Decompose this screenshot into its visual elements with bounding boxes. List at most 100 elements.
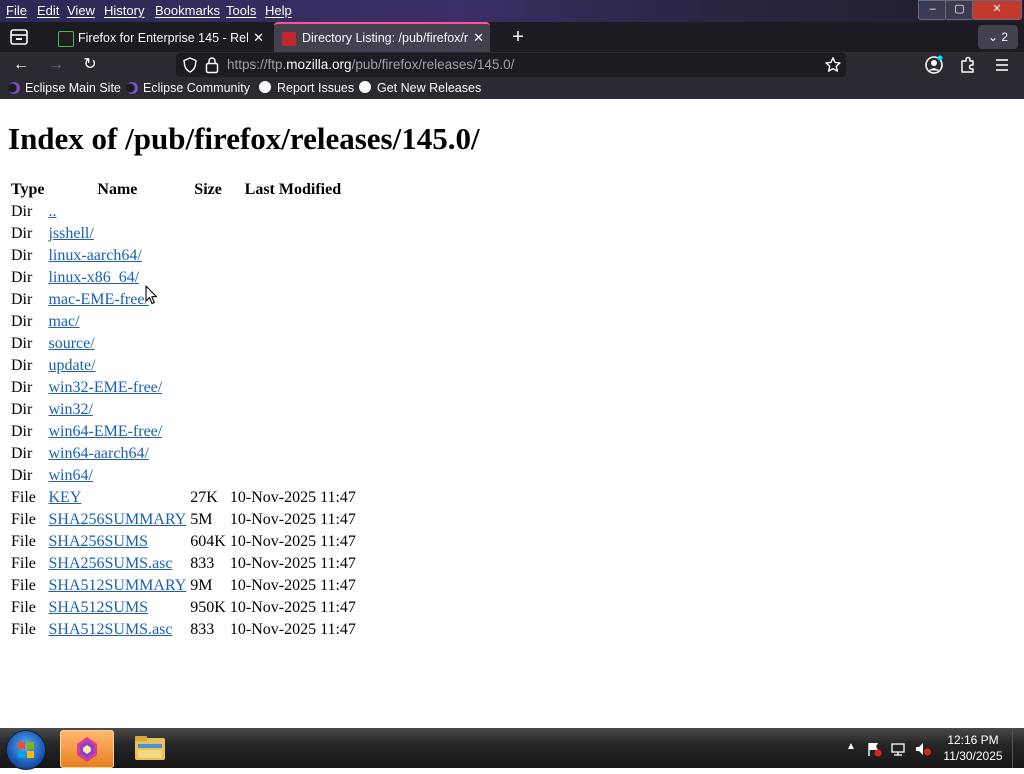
entry-link[interactable]: ..	[48, 203, 56, 220]
show-hidden-icons-icon[interactable]: ▲	[846, 740, 856, 754]
tab-label: Firefox for Enterprise 145 - Relea	[78, 31, 248, 45]
bookmark-label: Eclipse Community	[143, 81, 250, 95]
entry-link[interactable]: KEY	[48, 489, 81, 506]
bookmark-star-icon[interactable]	[824, 56, 842, 74]
bookmark-get-new-releases[interactable]: Get New Releases	[358, 80, 481, 97]
entry-link[interactable]: linux-aarch64/	[48, 247, 141, 264]
row-last-modified	[229, 289, 357, 311]
eclipse-icon	[8, 82, 20, 94]
entry-link[interactable]: win32-EME-free/	[48, 379, 162, 396]
row-last-modified: 10-Nov-2025 11:47	[229, 533, 356, 550]
row-name-cell: win64/	[47, 465, 187, 487]
account-button[interactable]	[924, 55, 944, 75]
network-icon[interactable]	[890, 741, 906, 757]
row-last-modified	[229, 201, 357, 223]
row-size	[189, 333, 227, 355]
address-bar[interactable]: https://ftp.mozilla.org/pub/firefox/rele…	[176, 53, 846, 77]
row-last-modified: 10-Nov-2025 11:47	[229, 555, 356, 572]
tab-firefox-enterprise[interactable]: Firefox for Enterprise 145 - Relea ✕	[50, 24, 270, 52]
entry-link[interactable]: SHA512SUMS.asc	[48, 621, 172, 638]
start-button[interactable]	[6, 730, 46, 770]
table-row: Dir jsshell/	[10, 223, 357, 245]
menu-tools[interactable]: Tools	[226, 3, 256, 19]
row-name-cell: source/	[47, 333, 187, 355]
back-button[interactable]: ←	[9, 53, 33, 77]
entry-link[interactable]: jsshell/	[48, 225, 93, 242]
row-size: 27K	[190, 489, 218, 506]
menu-bookmarks[interactable]: Bookmarks	[155, 3, 220, 19]
menu-bar: File Edit View History Bookmarks Tools H…	[0, 0, 1024, 22]
table-row: Dir win32/	[10, 399, 357, 421]
row-name-cell: mac-EME-free/	[47, 289, 187, 311]
entry-link[interactable]: update/	[48, 357, 95, 374]
row-size	[189, 267, 227, 289]
menu-view[interactable]: View	[67, 3, 95, 19]
row-size: 833	[190, 555, 215, 572]
entry-link[interactable]: mac/	[48, 313, 79, 330]
system-clock[interactable]: 12:16 PM 11/30/2025	[936, 732, 1010, 764]
taskbar-firefox-app[interactable]	[60, 730, 114, 768]
menu-help[interactable]: Help	[265, 3, 292, 19]
close-window-button[interactable]: ✕	[972, 0, 1022, 20]
row-name-cell: SHA512SUMMARY	[47, 575, 187, 597]
entry-link[interactable]: win64/	[48, 467, 92, 484]
row-type: Dir	[11, 335, 33, 352]
app-menu-button[interactable]	[992, 55, 1012, 75]
row-size	[189, 245, 227, 267]
extensions-button[interactable]	[958, 55, 978, 75]
entry-link[interactable]: SHA256SUMS.asc	[48, 555, 172, 572]
menu-edit[interactable]: Edit	[37, 3, 59, 19]
table-row: Dir source/	[10, 333, 357, 355]
row-last-modified: 10-Nov-2025 11:47	[229, 599, 356, 616]
bookmark-report-issues[interactable]: Report Issues	[258, 80, 354, 97]
table-row: File SHA512SUMS.asc 833 10-Nov-2025 11:47	[10, 619, 357, 641]
entry-link[interactable]: win64-aarch64/	[48, 445, 148, 462]
row-name-cell: SHA256SUMMARY	[47, 509, 187, 531]
table-row: Dir win64/	[10, 465, 357, 487]
lock-icon[interactable]	[204, 56, 220, 74]
table-row: Dir linux-aarch64/	[10, 245, 357, 267]
row-name-cell: ..	[47, 201, 187, 223]
tab-directory-listing[interactable]: Directory Listing: /pub/firefox/r ✕	[274, 22, 490, 54]
reload-button[interactable]: ↻	[78, 53, 102, 77]
row-size: 9M	[190, 577, 213, 594]
minimize-button[interactable]: –	[918, 0, 947, 20]
tab-label: Directory Listing: /pub/firefox/r	[302, 31, 469, 45]
puzzle-piece-icon	[961, 56, 974, 73]
entry-link[interactable]: SHA256SUMMARY	[48, 511, 186, 528]
entry-link[interactable]: mac-EME-free/	[48, 291, 148, 308]
action-center-flag-icon[interactable]	[866, 741, 882, 757]
url-text[interactable]: https://ftp.mozilla.org/pub/firefox/rele…	[227, 53, 514, 77]
terminal-icon	[58, 31, 74, 47]
forward-button[interactable]: →	[44, 53, 68, 77]
bookmark-eclipse-community[interactable]: Eclipse Community	[126, 80, 250, 97]
new-tab-button[interactable]: +	[506, 24, 530, 50]
menu-history[interactable]: History	[104, 3, 144, 19]
close-tab-icon[interactable]: ✕	[473, 24, 484, 52]
entry-link[interactable]: SHA512SUMS	[48, 599, 148, 616]
row-size: 833	[190, 621, 215, 638]
entry-link[interactable]: win32/	[48, 401, 92, 418]
row-type: Dir	[11, 445, 33, 462]
show-desktop-button[interactable]	[1012, 728, 1024, 768]
url-path: /pub/firefox/releases/145.0/	[351, 57, 515, 72]
header-size: Size	[194, 181, 222, 198]
menu-file[interactable]: File	[6, 3, 27, 19]
list-all-tabs-button[interactable]: ⌄ 2	[978, 25, 1018, 49]
bookmark-label: Eclipse Main Site	[25, 81, 121, 95]
entry-link[interactable]: source/	[48, 335, 94, 352]
row-size	[189, 201, 227, 223]
row-last-modified: 10-Nov-2025 11:47	[229, 511, 356, 528]
close-tab-icon[interactable]: ✕	[253, 24, 264, 52]
entry-link[interactable]: linux-x86_64/	[48, 269, 139, 286]
row-last-modified	[229, 267, 357, 289]
volume-muted-icon[interactable]	[914, 741, 932, 757]
firefox-view-button[interactable]	[6, 25, 32, 49]
taskbar-file-explorer[interactable]	[124, 730, 176, 766]
bookmark-eclipse-main-site[interactable]: Eclipse Main Site	[8, 80, 121, 97]
entry-link[interactable]: win64-EME-free/	[48, 423, 162, 440]
entry-link[interactable]: SHA256SUMS	[48, 533, 148, 550]
maximize-button[interactable]: ▢	[945, 0, 974, 20]
entry-link[interactable]: SHA512SUMMARY	[48, 577, 186, 594]
tracking-protection-shield-icon[interactable]	[182, 57, 198, 73]
